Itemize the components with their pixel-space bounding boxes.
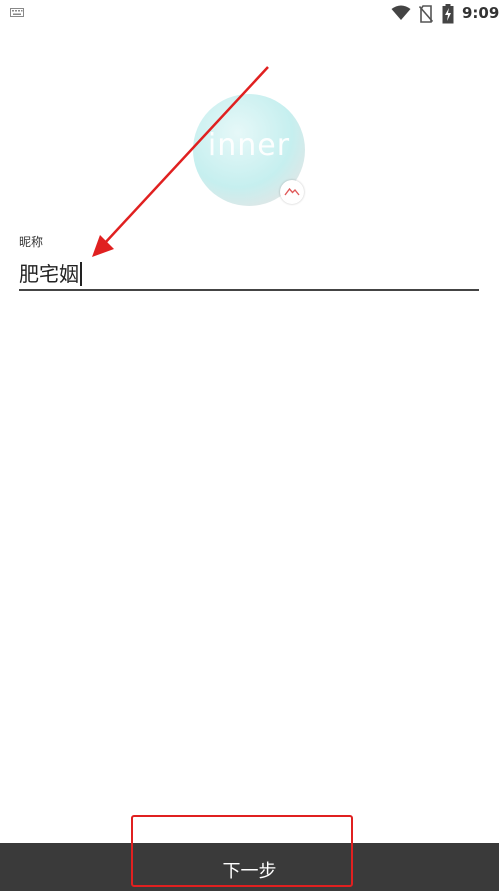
annotation-highlight-box xyxy=(131,815,353,887)
annotation-arrow xyxy=(92,66,269,257)
